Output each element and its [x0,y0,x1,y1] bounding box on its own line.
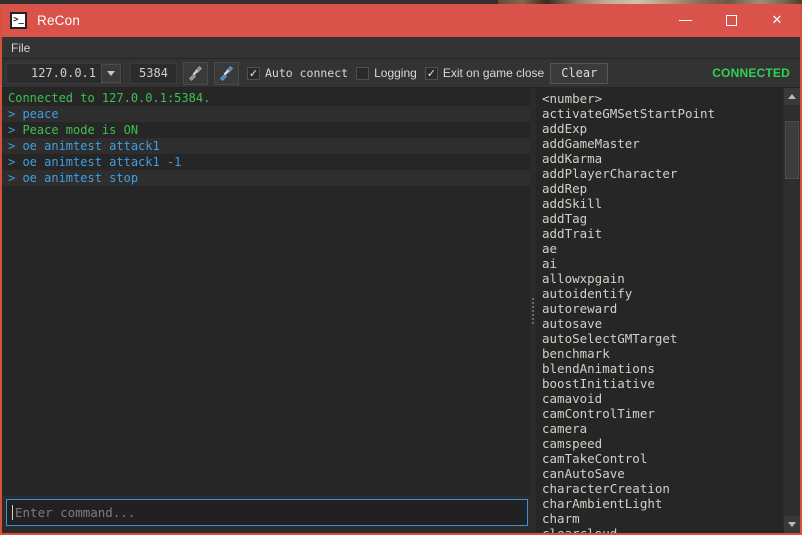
console-prompt-marker: > [8,171,23,185]
command-list-item[interactable]: boostInitiative [542,376,783,391]
scrollbar-track[interactable] [784,105,800,516]
command-list-item[interactable]: camControlTimer [542,406,783,421]
logging-checkbox[interactable]: Logging [356,66,417,80]
exit-on-game-close-check-icon: ✓ [424,66,438,80]
console-line-text: oe animtest attack1 -1 [22,155,182,169]
maximize-button[interactable] [708,4,754,37]
port-input[interactable]: 5384 [130,62,177,84]
title-bar: >_ ReCon ✕ [2,4,800,37]
console-prompt-marker: > [8,155,23,169]
command-list-pane: <number> activateGMSetStartPoint addExp add… [536,88,800,533]
terminal-prompt-icon: >_ [10,12,27,29]
auto-connect-label: Auto connect [265,66,349,80]
console-line-text: oe animtest attack1 [22,139,160,153]
minimize-icon [678,20,692,21]
scrollbar-thumb[interactable] [785,121,799,179]
command-list-item[interactable]: camavoid [542,391,783,406]
console-line: > oe animtest attack1 -1 [2,154,530,170]
command-list-item[interactable]: characterCreation [542,481,783,496]
logging-check-icon [356,66,370,80]
command-list-item[interactable]: addTag [542,211,783,226]
scroll-down-button[interactable] [784,516,800,533]
main-content: Connected to 127.0.0.1:5384. > peace > Pea… [2,88,800,533]
connection-toolbar: 127.0.0.1 5384 ✓ Auto connect Logging ✓ … [2,59,800,88]
command-list-item[interactable]: clearcloud [542,526,783,533]
recon-window: >_ ReCon ✕ File 127.0.0.1 5384 ✓ Auto co… [0,4,802,535]
command-list-item[interactable]: benchmark [542,346,783,361]
console-line-text: peace [22,107,59,121]
command-list-item[interactable]: charAmbientLight [542,496,783,511]
command-list-item[interactable]: <number> [542,91,783,106]
console-prompt-marker: > [8,139,23,153]
console-line: > Peace mode is ON [2,122,530,138]
command-list-item[interactable]: addSkill [542,196,783,211]
command-list-item[interactable]: activateGMSetStartPoint [542,106,783,121]
command-list-item[interactable]: autoSelectGMTarget [542,331,783,346]
command-list[interactable]: <number> activateGMSetStartPoint addExp add… [536,88,783,533]
command-list-item[interactable]: ae [542,241,783,256]
command-list-item[interactable]: addGameMaster [542,136,783,151]
command-list-item[interactable]: addKarma [542,151,783,166]
window-title: ReCon [37,13,81,28]
exit-on-game-close-label: Exit on game close [442,66,545,80]
menu-bar: File [2,37,800,59]
command-input[interactable]: Enter command... [6,499,528,526]
chevron-down-icon[interactable] [101,63,121,83]
plug-connect-icon [220,65,233,81]
command-list-item[interactable]: allowxpgain [542,271,783,286]
close-icon: ✕ [771,13,783,28]
console-line: > peace [2,106,530,122]
scroll-down-arrow-icon [788,522,796,527]
command-list-item[interactable]: ai [542,256,783,271]
console-prompt-marker: > [8,123,23,137]
window-controls: ✕ [662,4,800,37]
console-line-text: oe animtest stop [22,171,139,185]
command-list-item[interactable]: autosave [542,316,783,331]
command-list-item[interactable]: canAutoSave [542,466,783,481]
console-output[interactable]: Connected to 127.0.0.1:5384. > peace > Pea… [2,88,530,496]
auto-connect-checkbox[interactable]: ✓ Auto connect [247,66,348,80]
console-line: Connected to 127.0.0.1:5384. [2,90,530,106]
command-row: Enter command... [2,496,530,533]
auto-connect-check-icon: ✓ [247,66,260,80]
disconnect-button[interactable] [214,61,239,85]
scroll-up-arrow-icon [788,94,796,99]
scroll-up-button[interactable] [784,88,800,105]
close-button[interactable]: ✕ [754,4,800,37]
clear-button[interactable]: Clear [550,62,609,84]
console-line: > oe animtest attack1 [2,138,530,154]
console-line-text: Peace mode is ON [22,123,139,137]
command-list-scrollbar[interactable] [783,88,800,533]
command-list-item[interactable]: charm [542,511,783,526]
plug-disconnect-icon [189,65,202,81]
exit-on-game-close-checkbox[interactable]: ✓ Exit on game close [424,66,545,80]
logging-label: Logging [374,66,417,80]
connection-status-badge: CONNECTED [712,66,790,80]
minimize-button[interactable] [662,4,708,37]
host-value: 127.0.0.1 [30,66,96,80]
command-list-item[interactable]: autoidentify [542,286,783,301]
host-combobox[interactable]: 127.0.0.1 [6,62,124,84]
command-list-item[interactable]: camera [542,421,783,436]
command-list-item[interactable]: addExp [542,121,783,136]
command-list-item[interactable]: camspeed [542,436,783,451]
console-line-text: Connected to 127.0.0.1:5384. [8,91,211,105]
splitter-grip-icon [532,297,534,324]
command-list-item[interactable]: addPlayerCharacter [542,166,783,181]
menu-item-file[interactable]: File [2,37,39,59]
console-line: > oe animtest stop [2,170,530,186]
maximize-icon [725,15,737,26]
console-pane: Connected to 127.0.0.1:5384. > peace > Pea… [2,88,530,533]
command-list-item[interactable]: addTrait [542,226,783,241]
command-input-placeholder: Enter command... [15,505,136,520]
command-list-item[interactable]: camTakeControl [542,451,783,466]
connect-button[interactable] [183,61,208,85]
command-list-item[interactable]: addRep [542,181,783,196]
command-list-item[interactable]: blendAnimations [542,361,783,376]
text-caret [12,505,13,520]
command-list-item[interactable]: autoreward [542,301,783,316]
console-prompt-marker: > [8,107,23,121]
